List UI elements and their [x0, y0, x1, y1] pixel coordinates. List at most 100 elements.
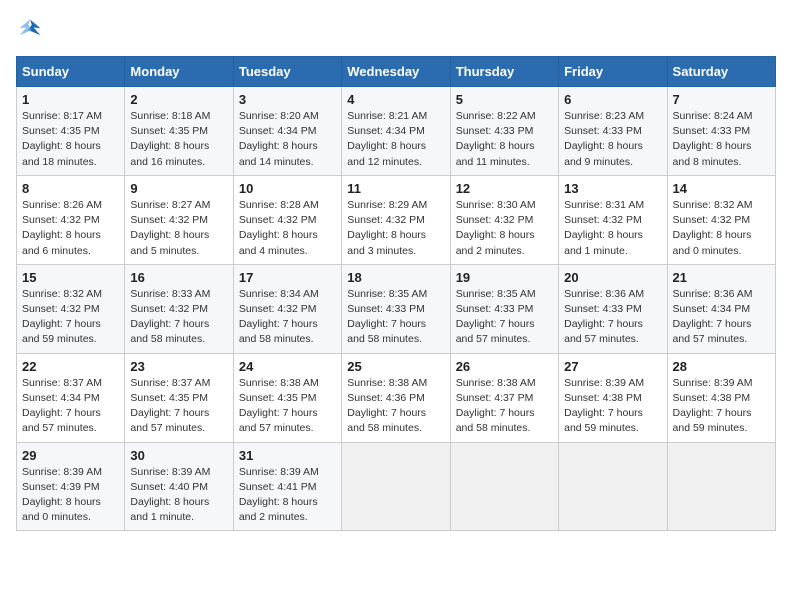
- day-info: Sunrise: 8:36 AMSunset: 4:34 PMDaylight:…: [673, 288, 753, 346]
- calendar-cell: [559, 442, 667, 531]
- day-number: 6: [564, 92, 661, 107]
- day-info: Sunrise: 8:36 AMSunset: 4:33 PMDaylight:…: [564, 288, 644, 346]
- day-info: Sunrise: 8:31 AMSunset: 4:32 PMDaylight:…: [564, 199, 644, 257]
- day-number: 14: [673, 181, 770, 196]
- day-number: 8: [22, 181, 119, 196]
- day-info: Sunrise: 8:39 AMSunset: 4:38 PMDaylight:…: [564, 377, 644, 435]
- day-info: Sunrise: 8:39 AMSunset: 4:41 PMDaylight:…: [239, 466, 319, 524]
- day-info: Sunrise: 8:39 AMSunset: 4:38 PMDaylight:…: [673, 377, 753, 435]
- calendar-cell: 21 Sunrise: 8:36 AMSunset: 4:34 PMDaylig…: [667, 264, 775, 353]
- day-info: Sunrise: 8:39 AMSunset: 4:40 PMDaylight:…: [130, 466, 210, 524]
- day-info: Sunrise: 8:35 AMSunset: 4:33 PMDaylight:…: [347, 288, 427, 346]
- day-number: 2: [130, 92, 227, 107]
- calendar-cell: 24 Sunrise: 8:38 AMSunset: 4:35 PMDaylig…: [233, 353, 341, 442]
- calendar-cell: 13 Sunrise: 8:31 AMSunset: 4:32 PMDaylig…: [559, 175, 667, 264]
- day-info: Sunrise: 8:38 AMSunset: 4:37 PMDaylight:…: [456, 377, 536, 435]
- calendar-cell: 18 Sunrise: 8:35 AMSunset: 4:33 PMDaylig…: [342, 264, 450, 353]
- day-number: 17: [239, 270, 336, 285]
- day-of-week-friday: Friday: [559, 57, 667, 87]
- calendar-cell: 29 Sunrise: 8:39 AMSunset: 4:39 PMDaylig…: [17, 442, 125, 531]
- day-number: 7: [673, 92, 770, 107]
- calendar-cell: 31 Sunrise: 8:39 AMSunset: 4:41 PMDaylig…: [233, 442, 341, 531]
- calendar-cell: 12 Sunrise: 8:30 AMSunset: 4:32 PMDaylig…: [450, 175, 558, 264]
- day-number: 16: [130, 270, 227, 285]
- day-info: Sunrise: 8:38 AMSunset: 4:35 PMDaylight:…: [239, 377, 319, 435]
- calendar-cell: 27 Sunrise: 8:39 AMSunset: 4:38 PMDaylig…: [559, 353, 667, 442]
- day-number: 22: [22, 359, 119, 374]
- day-info: Sunrise: 8:27 AMSunset: 4:32 PMDaylight:…: [130, 199, 210, 257]
- calendar-cell: 30 Sunrise: 8:39 AMSunset: 4:40 PMDaylig…: [125, 442, 233, 531]
- calendar-cell: 8 Sunrise: 8:26 AMSunset: 4:32 PMDayligh…: [17, 175, 125, 264]
- calendar-week-5: 29 Sunrise: 8:39 AMSunset: 4:39 PMDaylig…: [17, 442, 776, 531]
- calendar-cell: 9 Sunrise: 8:27 AMSunset: 4:32 PMDayligh…: [125, 175, 233, 264]
- logo-bird-icon: [16, 16, 44, 44]
- day-number: 23: [130, 359, 227, 374]
- day-number: 20: [564, 270, 661, 285]
- calendar-cell: 22 Sunrise: 8:37 AMSunset: 4:34 PMDaylig…: [17, 353, 125, 442]
- calendar-cell: 4 Sunrise: 8:21 AMSunset: 4:34 PMDayligh…: [342, 87, 450, 176]
- calendar-cell: 10 Sunrise: 8:28 AMSunset: 4:32 PMDaylig…: [233, 175, 341, 264]
- day-info: Sunrise: 8:23 AMSunset: 4:33 PMDaylight:…: [564, 110, 644, 168]
- day-info: Sunrise: 8:39 AMSunset: 4:39 PMDaylight:…: [22, 466, 102, 524]
- day-number: 5: [456, 92, 553, 107]
- calendar-cell: 19 Sunrise: 8:35 AMSunset: 4:33 PMDaylig…: [450, 264, 558, 353]
- calendar-cell: 20 Sunrise: 8:36 AMSunset: 4:33 PMDaylig…: [559, 264, 667, 353]
- calendar-week-4: 22 Sunrise: 8:37 AMSunset: 4:34 PMDaylig…: [17, 353, 776, 442]
- day-info: Sunrise: 8:32 AMSunset: 4:32 PMDaylight:…: [673, 199, 753, 257]
- day-number: 29: [22, 448, 119, 463]
- calendar-week-1: 1 Sunrise: 8:17 AMSunset: 4:35 PMDayligh…: [17, 87, 776, 176]
- day-number: 1: [22, 92, 119, 107]
- calendar-cell: 26 Sunrise: 8:38 AMSunset: 4:37 PMDaylig…: [450, 353, 558, 442]
- day-number: 4: [347, 92, 444, 107]
- day-info: Sunrise: 8:32 AMSunset: 4:32 PMDaylight:…: [22, 288, 102, 346]
- day-number: 3: [239, 92, 336, 107]
- day-number: 30: [130, 448, 227, 463]
- day-number: 12: [456, 181, 553, 196]
- day-info: Sunrise: 8:18 AMSunset: 4:35 PMDaylight:…: [130, 110, 210, 168]
- day-number: 15: [22, 270, 119, 285]
- days-of-week-row: SundayMondayTuesdayWednesdayThursdayFrid…: [17, 57, 776, 87]
- day-info: Sunrise: 8:26 AMSunset: 4:32 PMDaylight:…: [22, 199, 102, 257]
- day-number: 13: [564, 181, 661, 196]
- day-info: Sunrise: 8:29 AMSunset: 4:32 PMDaylight:…: [347, 199, 427, 257]
- day-number: 28: [673, 359, 770, 374]
- day-info: Sunrise: 8:21 AMSunset: 4:34 PMDaylight:…: [347, 110, 427, 168]
- day-number: 9: [130, 181, 227, 196]
- calendar-cell: 6 Sunrise: 8:23 AMSunset: 4:33 PMDayligh…: [559, 87, 667, 176]
- calendar-cell: 2 Sunrise: 8:18 AMSunset: 4:35 PMDayligh…: [125, 87, 233, 176]
- calendar-cell: 14 Sunrise: 8:32 AMSunset: 4:32 PMDaylig…: [667, 175, 775, 264]
- calendar-cell: 11 Sunrise: 8:29 AMSunset: 4:32 PMDaylig…: [342, 175, 450, 264]
- calendar-cell: 16 Sunrise: 8:33 AMSunset: 4:32 PMDaylig…: [125, 264, 233, 353]
- calendar-cell: [667, 442, 775, 531]
- day-number: 31: [239, 448, 336, 463]
- day-info: Sunrise: 8:38 AMSunset: 4:36 PMDaylight:…: [347, 377, 427, 435]
- calendar-cell: [450, 442, 558, 531]
- day-number: 11: [347, 181, 444, 196]
- day-number: 27: [564, 359, 661, 374]
- day-of-week-sunday: Sunday: [17, 57, 125, 87]
- day-info: Sunrise: 8:33 AMSunset: 4:32 PMDaylight:…: [130, 288, 210, 346]
- day-info: Sunrise: 8:30 AMSunset: 4:32 PMDaylight:…: [456, 199, 536, 257]
- day-number: 24: [239, 359, 336, 374]
- day-info: Sunrise: 8:17 AMSunset: 4:35 PMDaylight:…: [22, 110, 102, 168]
- day-info: Sunrise: 8:24 AMSunset: 4:33 PMDaylight:…: [673, 110, 753, 168]
- page-header: [16, 16, 776, 44]
- day-info: Sunrise: 8:20 AMSunset: 4:34 PMDaylight:…: [239, 110, 319, 168]
- day-info: Sunrise: 8:37 AMSunset: 4:34 PMDaylight:…: [22, 377, 102, 435]
- calendar-cell: 28 Sunrise: 8:39 AMSunset: 4:38 PMDaylig…: [667, 353, 775, 442]
- day-info: Sunrise: 8:28 AMSunset: 4:32 PMDaylight:…: [239, 199, 319, 257]
- day-of-week-wednesday: Wednesday: [342, 57, 450, 87]
- day-number: 18: [347, 270, 444, 285]
- calendar-cell: 25 Sunrise: 8:38 AMSunset: 4:36 PMDaylig…: [342, 353, 450, 442]
- calendar-week-3: 15 Sunrise: 8:32 AMSunset: 4:32 PMDaylig…: [17, 264, 776, 353]
- day-of-week-thursday: Thursday: [450, 57, 558, 87]
- calendar-cell: 1 Sunrise: 8:17 AMSunset: 4:35 PMDayligh…: [17, 87, 125, 176]
- day-number: 10: [239, 181, 336, 196]
- calendar-cell: 15 Sunrise: 8:32 AMSunset: 4:32 PMDaylig…: [17, 264, 125, 353]
- day-number: 26: [456, 359, 553, 374]
- calendar-cell: [342, 442, 450, 531]
- calendar-table: SundayMondayTuesdayWednesdayThursdayFrid…: [16, 56, 776, 531]
- day-number: 25: [347, 359, 444, 374]
- calendar-cell: 5 Sunrise: 8:22 AMSunset: 4:33 PMDayligh…: [450, 87, 558, 176]
- calendar-header: SundayMondayTuesdayWednesdayThursdayFrid…: [17, 57, 776, 87]
